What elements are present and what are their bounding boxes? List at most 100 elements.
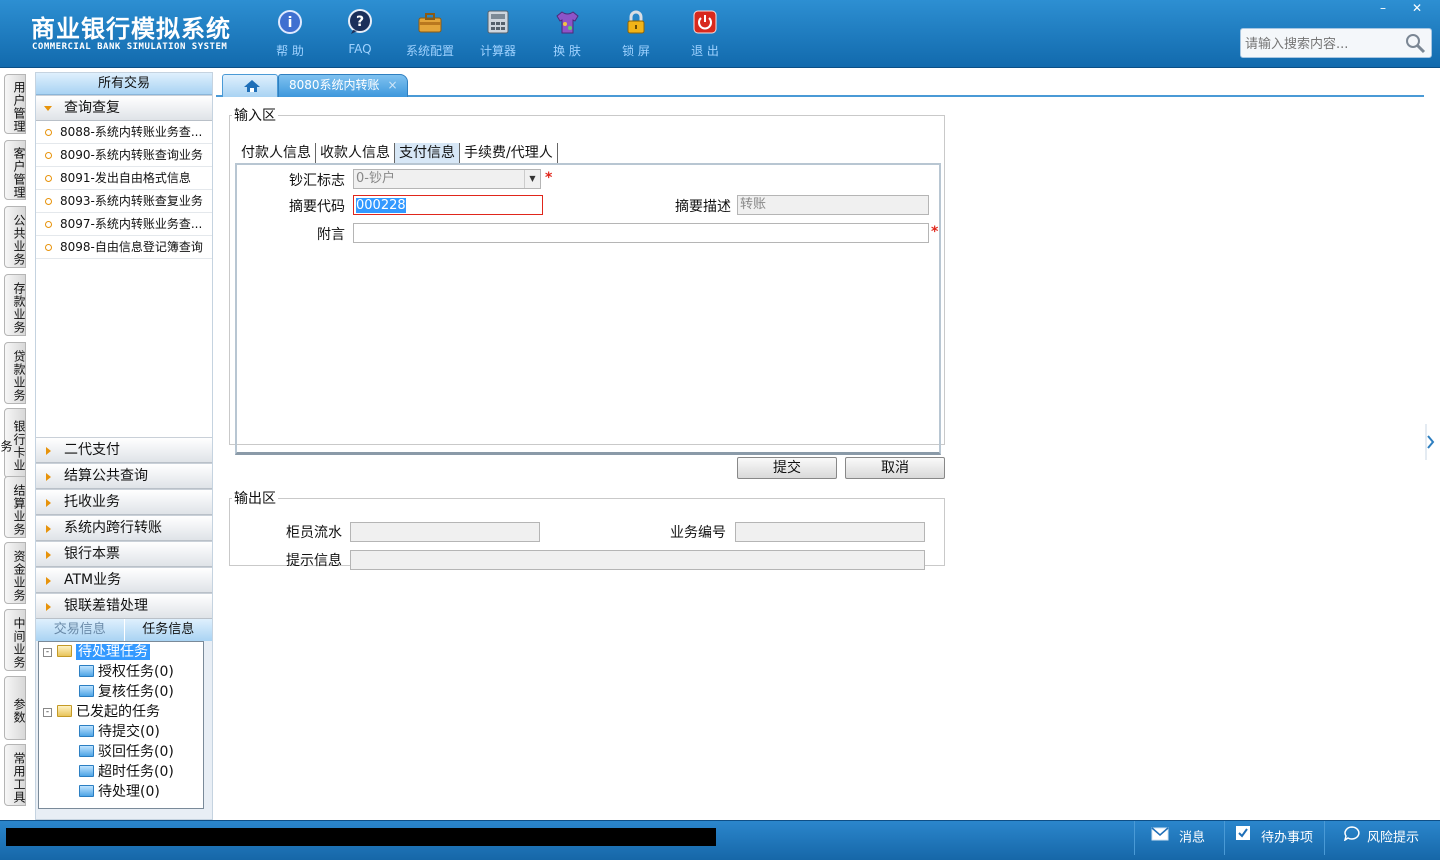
list-item[interactable]: 8098-自由信息登记簿查询 [36, 236, 212, 259]
info-panel-tabs: 交易信息 任务信息 [36, 619, 212, 641]
folder-icon [57, 705, 72, 717]
tree-node-initiated[interactable]: 已发起的任务 [57, 702, 160, 722]
power-icon [692, 9, 718, 35]
search-input[interactable] [1245, 35, 1401, 53]
list-item[interactable]: 8090-系统内转账查询业务 [36, 144, 212, 167]
folder-icon [79, 685, 94, 697]
submit-button[interactable]: 提交 [737, 457, 837, 479]
group-query-reply[interactable]: 查询查复 [36, 95, 212, 121]
expand-icon [46, 525, 51, 533]
tab-payee-info[interactable]: 收款人信息 [316, 143, 395, 163]
summary-desc-label: 摘要描述 [675, 199, 731, 215]
module-tab-funds[interactable]: 资金业务 [4, 542, 26, 604]
tab-home[interactable] [222, 74, 278, 97]
chevron-down-icon: ▼ [524, 170, 540, 188]
panel-collapse-handle[interactable] [1424, 420, 1438, 464]
group-interbank-transfer[interactable]: 系统内跨行转账 [36, 515, 212, 541]
todo-label: 待办事项 [1261, 830, 1314, 846]
tree-node-rejected[interactable]: 驳回任务(0) [79, 742, 174, 762]
module-tab-intermediary[interactable]: 中间业务 [4, 609, 26, 671]
module-tab-customer-mgmt[interactable]: 客户管理 [4, 140, 26, 200]
postscript-input[interactable] [353, 223, 929, 243]
risk-alert-button[interactable]: 风险提示 [1324, 821, 1440, 855]
tree-node-to-submit[interactable]: 待提交(0) [79, 722, 160, 742]
group-label: 银行本票 [64, 546, 120, 562]
folder-icon [79, 785, 94, 797]
group-cashier-check[interactable]: 银行本票 [36, 541, 212, 567]
tree-node-to-process[interactable]: 待处理(0) [79, 782, 160, 802]
all-transactions-header[interactable]: 所有交易 [36, 73, 212, 95]
todo-button[interactable]: 待办事项 [1224, 821, 1324, 855]
group-atm[interactable]: ATM业务 [36, 567, 212, 593]
currency-flag-value: 0-钞户 [356, 171, 395, 186]
tree-node-authorization[interactable]: 授权任务(0) [79, 662, 174, 682]
system-config-label: 系统配置 [405, 44, 454, 58]
summary-code-input[interactable]: 000228 [353, 195, 543, 215]
tab-label: 8080系统内转账 [289, 78, 380, 92]
close-window-button[interactable]: ✕ [1400, 0, 1434, 18]
group-settlement-query[interactable]: 结算公共查询 [36, 463, 212, 489]
module-tab-public-business[interactable]: 公共业务 [4, 206, 26, 268]
collapse-toggle[interactable]: - [43, 708, 52, 717]
faq-button[interactable]: ? FAQ [328, 9, 392, 61]
help-button[interactable]: i 帮 助 [258, 9, 322, 61]
collapse-toggle[interactable]: - [43, 648, 52, 657]
module-tab-loan[interactable]: 贷款业务 [4, 342, 26, 404]
summary-desc-field: 转账 [737, 195, 929, 215]
svg-text:?: ? [356, 14, 364, 30]
checkbox-icon [1235, 821, 1251, 855]
status-bar: 消息 待办事项 风险提示 [0, 820, 1440, 860]
skin-button[interactable]: 换 肤 [535, 9, 599, 61]
calculator-icon [485, 9, 511, 35]
tab-fee-agent[interactable]: 手续费/代理人 [460, 143, 558, 163]
close-tab-icon[interactable]: × [388, 78, 398, 92]
list-item[interactable]: 8088-系统内转账业务查... [36, 121, 212, 144]
minimize-button[interactable]: – [1366, 0, 1400, 18]
currency-flag-select[interactable]: 0-钞户 ▼ [353, 169, 541, 189]
module-tab-user-mgmt[interactable]: 用户管理 [4, 74, 26, 134]
output-area-legend: 输出区 [234, 491, 276, 507]
group-label: 托收业务 [64, 494, 120, 510]
transaction-navigator: 所有交易 查询查复 8088-系统内转账业务查... 8090-系统内转账查询业… [35, 72, 213, 820]
module-tab-common-tools[interactable]: 常用工具 [4, 744, 26, 806]
currency-flag-label: 钞汇标志 [289, 173, 345, 189]
faq-label: FAQ [348, 42, 372, 56]
calculator-button[interactable]: 计算器 [466, 9, 530, 61]
module-tab-settlement[interactable]: 结算业务 [4, 476, 26, 538]
chat-bubble-icon [1343, 821, 1361, 855]
folder-icon [79, 745, 94, 757]
tree-node-review[interactable]: 复核任务(0) [79, 682, 174, 702]
tab-task-info[interactable]: 任务信息 [123, 619, 213, 641]
tree-node-pending[interactable]: 待处理任务 [57, 642, 150, 662]
tab-transaction-info[interactable]: 交易信息 [36, 619, 124, 641]
group-label: ATM业务 [64, 572, 122, 588]
expand-icon [44, 106, 52, 111]
lock-screen-label: 锁 屏 [622, 44, 650, 58]
list-item[interactable]: 8097-系统内转账业务查... [36, 213, 212, 236]
toolbox-icon [417, 9, 443, 35]
group-gen2-payment[interactable]: 二代支付 [36, 437, 212, 463]
tab-payer-info[interactable]: 付款人信息 [237, 143, 316, 163]
tab-payment-info[interactable]: 支付信息 [395, 143, 460, 163]
window-controls: – ✕ [1366, 0, 1434, 18]
lock-screen-button[interactable]: 锁 屏 [604, 9, 668, 61]
module-tab-parameters[interactable]: 参数 [4, 676, 26, 740]
list-item[interactable]: 8093-系统内转账查复业务 [36, 190, 212, 213]
system-config-button[interactable]: 系统配置 [398, 9, 462, 61]
group-collection[interactable]: 托收业务 [36, 489, 212, 515]
module-tab-bank-card[interactable]: 银行卡业务 [0, 408, 26, 478]
messages-button[interactable]: 消息 [1134, 821, 1224, 855]
tab-system-transfer[interactable]: 8080系统内转账 × [278, 74, 408, 97]
cancel-button[interactable]: 取消 [845, 457, 945, 479]
exit-button[interactable]: 退 出 [673, 9, 737, 61]
tree-node-timeout[interactable]: 超时任务(0) [79, 762, 174, 782]
expand-icon [46, 577, 51, 585]
group-label: 银联差错处理 [64, 598, 148, 614]
list-item[interactable]: 8091-发出自由格式信息 [36, 167, 212, 190]
tree-node-label: 待处理任务 [76, 644, 150, 660]
group-label: 二代支付 [64, 442, 120, 458]
module-tab-deposit[interactable]: 存款业务 [4, 274, 26, 336]
search-icon[interactable] [1403, 32, 1427, 54]
transaction-list: 8088-系统内转账业务查... 8090-系统内转账查询业务 8091-发出自… [36, 121, 212, 437]
group-unionpay-error[interactable]: 银联差错处理 [36, 593, 212, 619]
